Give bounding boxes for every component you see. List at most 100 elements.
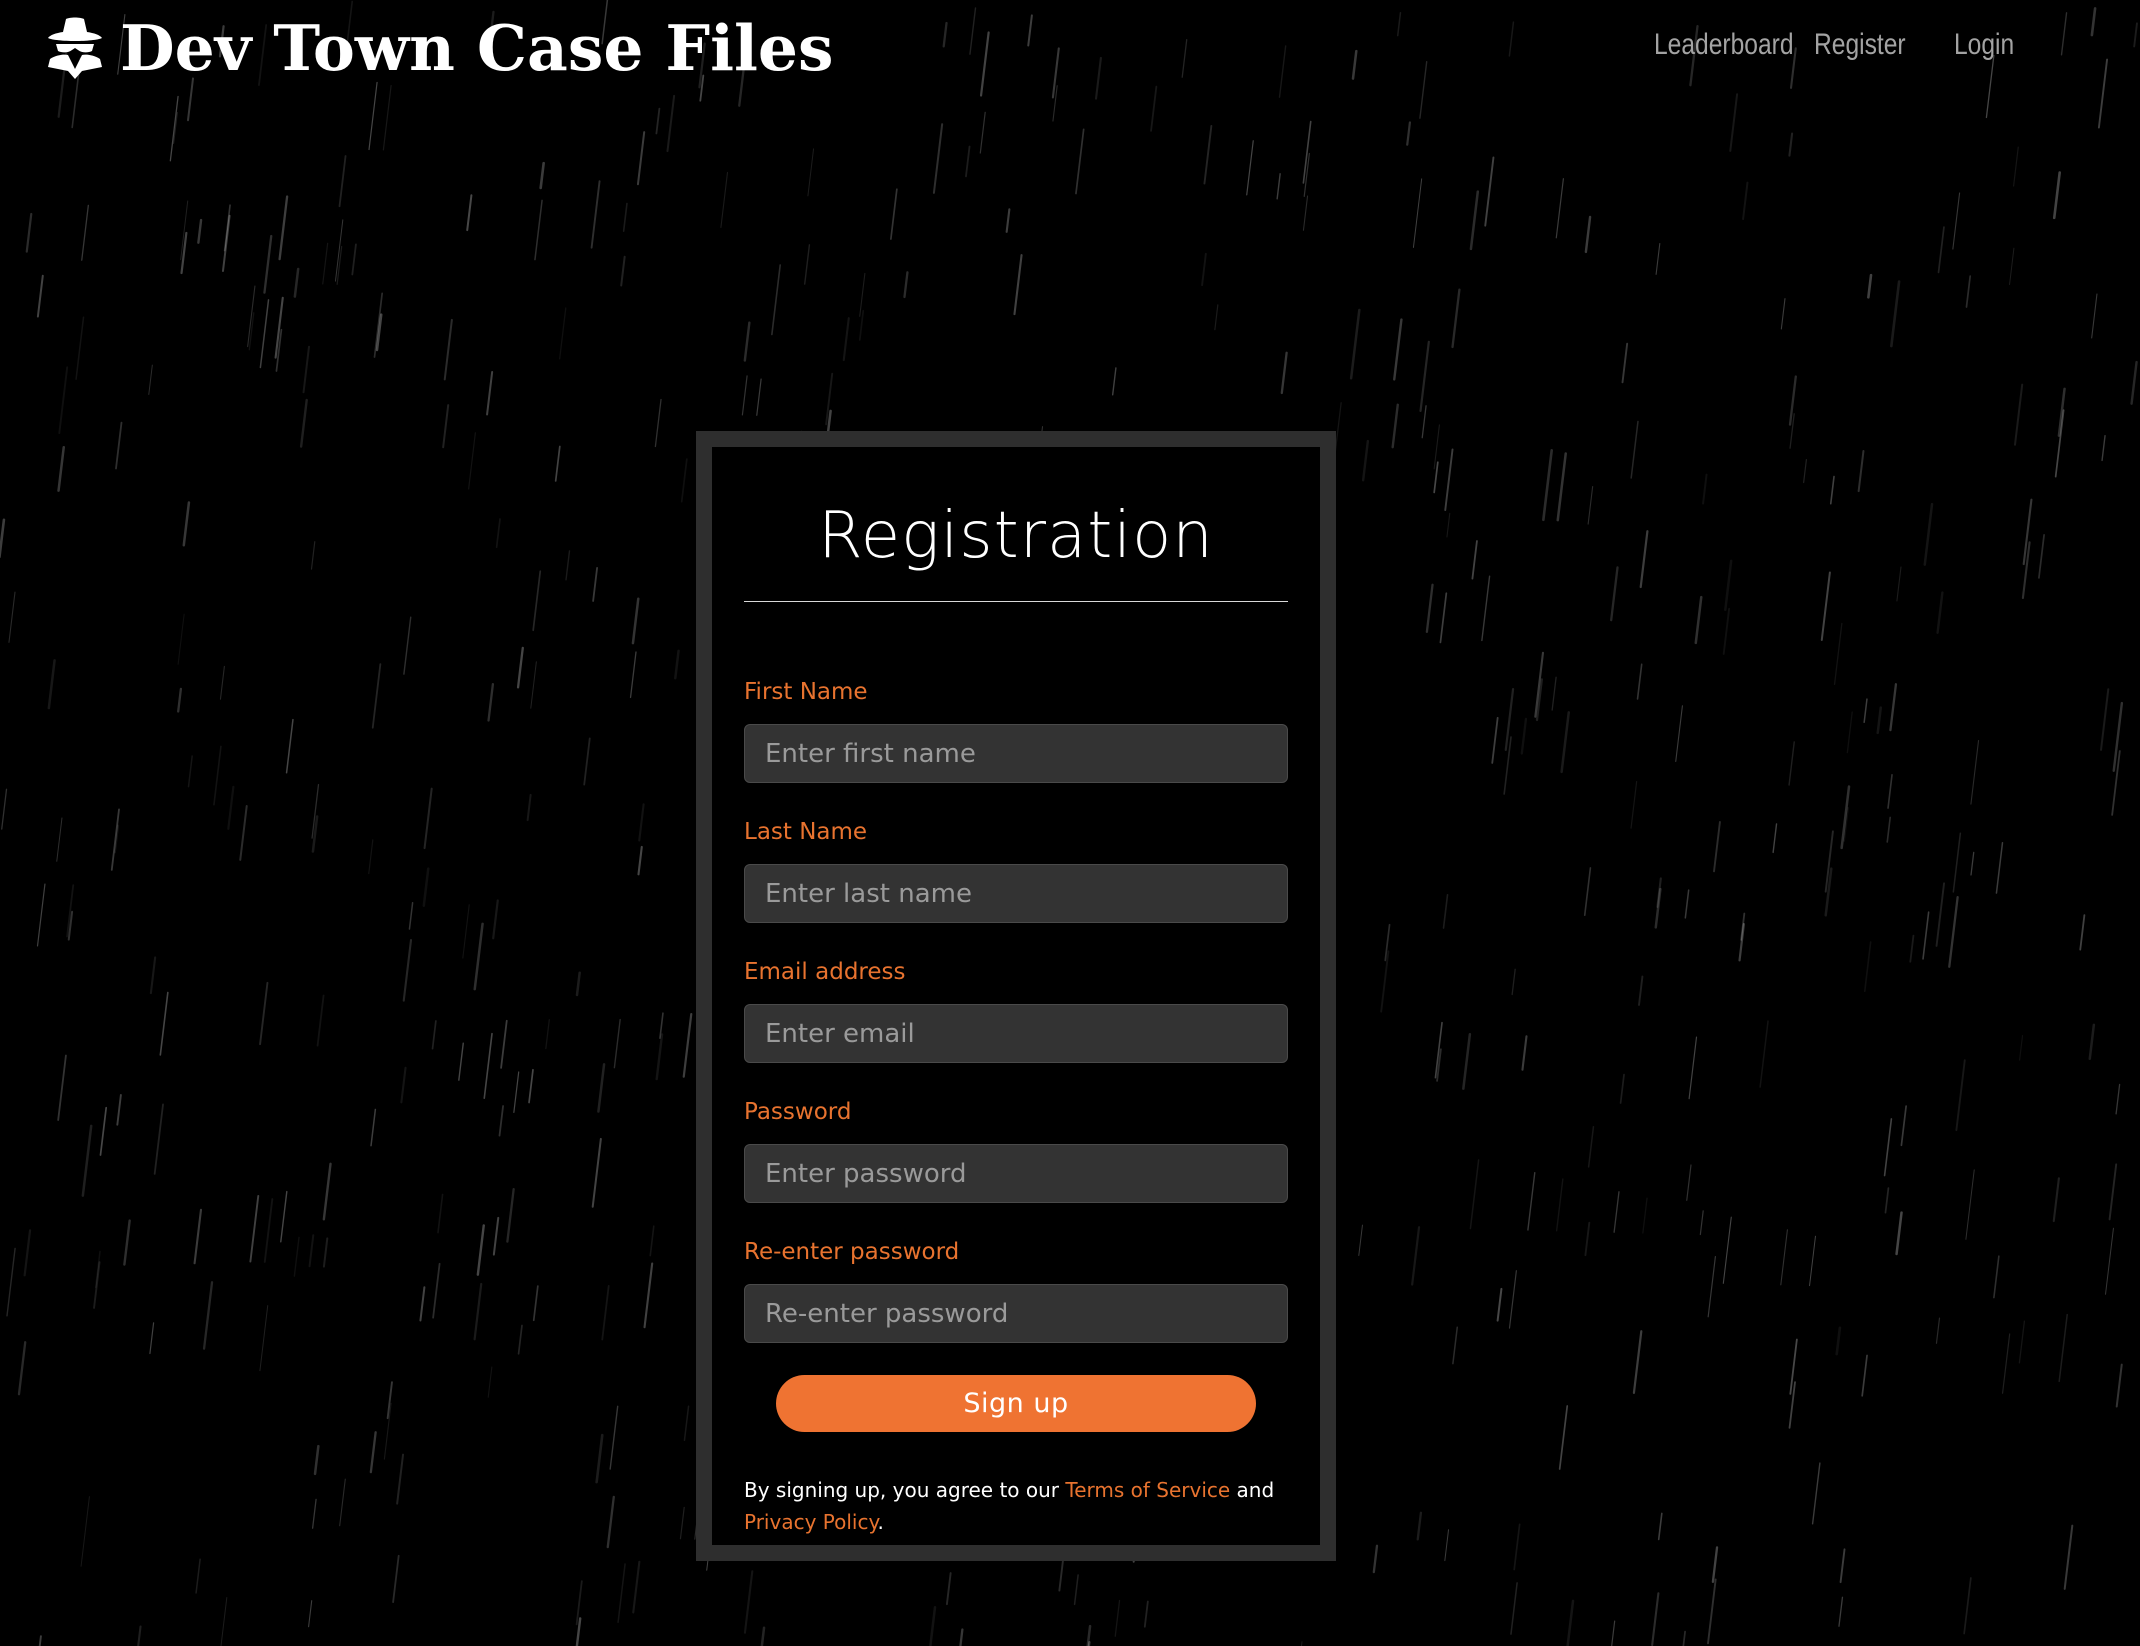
rain-streak — [1393, 318, 1403, 381]
rain-streak — [177, 687, 183, 713]
rain-streak — [221, 214, 231, 273]
rain-streak — [620, 255, 626, 287]
confirm-password-input[interactable] — [744, 1284, 1288, 1343]
rain-streak — [1469, 190, 1480, 251]
rain-streak — [1711, 1546, 1719, 1584]
rain-streak — [2052, 1177, 2060, 1223]
rain-streak — [473, 922, 484, 991]
rain-streak — [575, 1580, 583, 1626]
rain-streak — [1654, 887, 1662, 929]
rain-streak — [383, 1402, 392, 1460]
rain-streak — [248, 312, 255, 351]
rain-streak — [1391, 403, 1399, 449]
rain-streak — [771, 264, 781, 336]
rain-streak — [1788, 741, 1795, 786]
confirm-password-label: Re-enter password — [744, 1239, 960, 1265]
rain-streak — [636, 131, 646, 186]
nav-login-link[interactable]: Login — [1954, 28, 2020, 62]
rain-streak — [1442, 893, 1449, 929]
rain-streak — [223, 204, 231, 252]
rain-streak — [1027, 14, 1033, 47]
last-name-group: Last Name — [744, 816, 1288, 923]
rain-streak — [1884, 1187, 1890, 1214]
rain-streak — [2021, 541, 2031, 600]
rain-streak — [0, 518, 6, 559]
rain-streak — [617, 1563, 626, 1624]
rain-streak — [338, 155, 347, 208]
rain-streak — [58, 366, 69, 435]
rain-streak — [1150, 85, 1158, 132]
rain-streak — [311, 1498, 317, 1529]
signup-button[interactable]: Sign up — [776, 1375, 1256, 1432]
rain-streak — [1621, 342, 1629, 384]
rain-streak — [2057, 387, 2066, 437]
last-name-input[interactable] — [744, 864, 1288, 923]
rain-streak — [1143, 1600, 1149, 1628]
rain-streak — [1738, 923, 1745, 962]
rain-streak — [2018, 1320, 2026, 1364]
rain-streak — [334, 219, 344, 282]
first-name-input[interactable] — [744, 724, 1288, 783]
rain-streak — [1587, 1126, 1595, 1168]
rain-streak — [219, 665, 225, 700]
rain-streak — [1111, 367, 1117, 396]
rain-streak — [193, 1208, 203, 1265]
rain-streak — [1433, 424, 1440, 470]
email-input[interactable] — [744, 1004, 1288, 1063]
rain-streak — [148, 364, 153, 395]
rain-streak — [1935, 1317, 1941, 1344]
rain-streak — [1889, 683, 1898, 732]
rain-streak — [462, 904, 470, 959]
rain-streak — [1642, 1197, 1648, 1234]
rain-streak — [1857, 449, 1865, 493]
rain-streak — [1416, 1511, 1423, 1541]
rain-streak — [419, 1286, 426, 1322]
rain-streak — [197, 218, 203, 244]
rain-streak — [1436, 1048, 1442, 1082]
privacy-policy-link[interactable]: Privacy Policy — [744, 1510, 877, 1534]
rain-streak — [1963, 1577, 1972, 1635]
rain-streak — [1583, 867, 1592, 917]
nav-leaderboard-link[interactable]: Leaderboard — [1654, 28, 1794, 62]
rain-streak — [2091, 293, 2098, 339]
rain-streak — [408, 901, 414, 930]
rain-streak — [532, 570, 542, 632]
rain-streak — [1556, 452, 1567, 522]
rain-streak — [2001, 1333, 2011, 1394]
rain-streak — [1995, 842, 2004, 894]
rain-streak — [1433, 461, 1439, 494]
rain-streak — [195, 1558, 201, 1594]
rain-streak — [1788, 375, 1797, 426]
rain-streak — [1922, 911, 1930, 960]
rain-streak — [1005, 208, 1011, 233]
rain-streak — [182, 501, 191, 547]
rain-streak — [659, 1012, 664, 1039]
rain-streak — [655, 107, 661, 135]
rain-streak — [1551, 676, 1557, 711]
rain-streak — [1203, 124, 1213, 185]
rain-streak — [1759, 1020, 1769, 1088]
rain-streak — [526, 793, 532, 822]
rain-streak — [2115, 1083, 2121, 1115]
registration-title: Registration — [818, 499, 1214, 573]
rain-streak — [293, 267, 300, 298]
rain-streak — [1484, 156, 1495, 227]
rain-streak — [1789, 413, 1795, 449]
rain-streak — [1636, 663, 1643, 700]
rain-streak — [2105, 1227, 2114, 1295]
rain-streak — [1722, 1216, 1732, 1284]
nav-register-link[interactable]: Register — [1814, 28, 1907, 62]
rain-streak — [322, 1237, 329, 1268]
rain-streak — [1867, 273, 1873, 299]
rain-streak — [969, 7, 977, 55]
rain-streak — [1651, 1592, 1660, 1646]
rain-streak — [1952, 832, 1962, 893]
terms-of-service-link[interactable]: Terms of Service — [1065, 1478, 1230, 1502]
password-input[interactable] — [744, 1144, 1288, 1203]
rain-streak — [2133, 22, 2138, 48]
brand[interactable]: Dev Town Case Files — [44, 0, 834, 96]
rain-streak — [554, 445, 561, 482]
rain-streak — [259, 1305, 269, 1372]
rain-streak — [213, 745, 222, 806]
rain-streak — [492, 1216, 500, 1256]
